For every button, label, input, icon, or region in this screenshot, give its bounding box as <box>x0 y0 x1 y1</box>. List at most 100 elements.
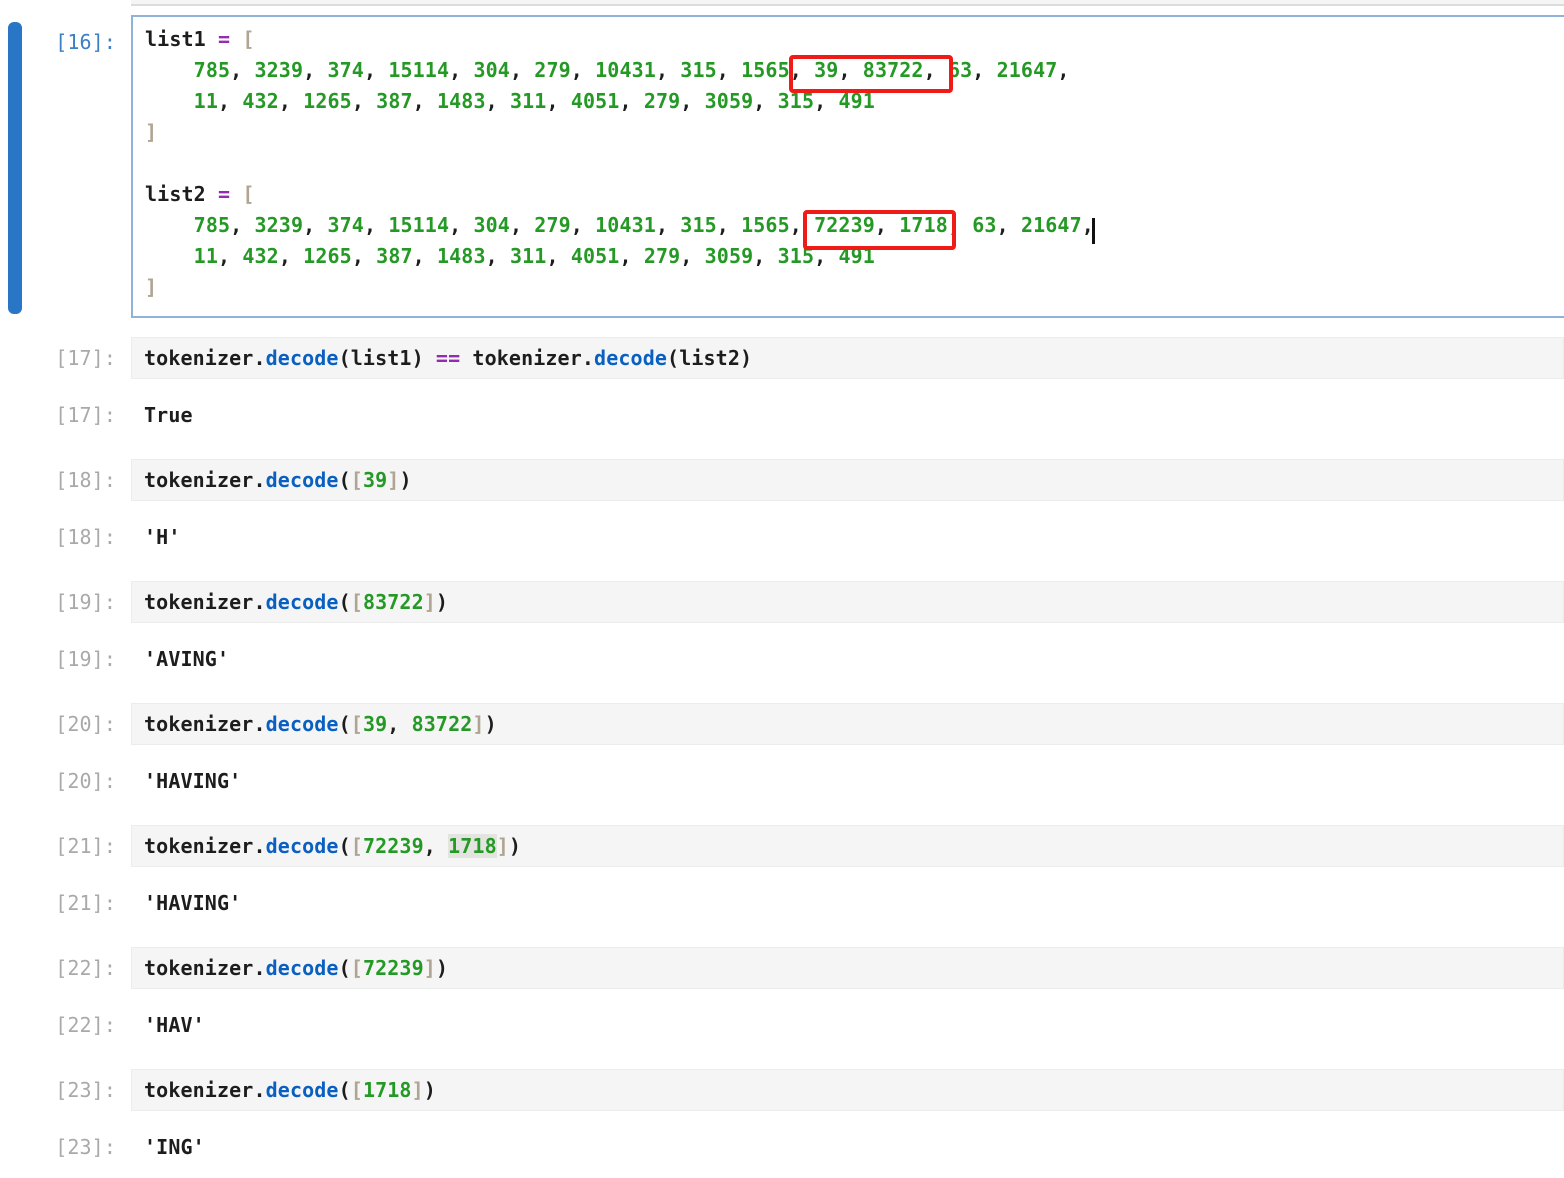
cell-output-row: [18]:'H' <box>0 523 1564 551</box>
cell-16-code: list1 = [ 785, 3239, 374, 15114, 304, 27… <box>145 27 1564 306</box>
code-token: ) <box>740 346 752 370</box>
code-token: , <box>486 89 498 113</box>
code-token: 387 <box>376 89 412 113</box>
code-token: , <box>352 244 364 268</box>
code-token <box>461 58 473 82</box>
cell-output-text: 'ING' <box>131 1133 1564 1161</box>
code-token: ) <box>485 712 497 736</box>
code-token: ] <box>145 120 157 144</box>
cell-output-text: True <box>131 401 1564 429</box>
code-token <box>424 346 436 370</box>
code-token: 1483 <box>437 89 486 113</box>
output-prompt: [18]: <box>0 523 131 551</box>
code-token: 1718 <box>899 213 948 237</box>
code-token: , <box>619 244 631 268</box>
code-token: = <box>218 182 230 206</box>
notebook-cell: [22]:tokenizer.decode([72239])[22]:'HAV' <box>0 947 1564 1039</box>
code-token: tokenizer <box>144 956 253 980</box>
notebook-cell: [19]:tokenizer.decode([83722])[19]:'AVIN… <box>0 581 1564 673</box>
code-token: , <box>619 89 631 113</box>
code-token: 63 <box>972 213 996 237</box>
input-prompt: [22]: <box>0 947 131 989</box>
code-token: decode <box>266 712 339 736</box>
cell-input-row: [17]:tokenizer.decode(list1) == tokenize… <box>0 337 1564 379</box>
code-token: [ <box>242 27 254 51</box>
code-token: 21647 <box>997 58 1058 82</box>
code-token: 311 <box>510 244 546 268</box>
cell-input-editor[interactable]: tokenizer.decode([72239, 1718]) <box>131 825 1564 867</box>
code-token: , <box>680 244 692 268</box>
input-prompt: [21]: <box>0 825 131 867</box>
cell-input-editor[interactable]: tokenizer.decode([1718]) <box>131 1069 1564 1111</box>
code-token <box>632 89 644 113</box>
code-token: 10431 <box>595 58 656 82</box>
code-token: 387 <box>376 244 412 268</box>
code-line: tokenizer.decode([39, 83722]) <box>144 710 1563 738</box>
code-token: . <box>253 346 265 370</box>
code-token: [ <box>351 590 363 614</box>
code-token <box>230 244 242 268</box>
active-code-cell-editor[interactable]: list1 = [ 785, 3239, 374, 15114, 304, 27… <box>131 15 1564 318</box>
cell-output-row: [19]:'AVING' <box>0 645 1564 673</box>
code-token <box>559 89 571 113</box>
code-token: 279 <box>644 89 680 113</box>
code-token: 1718 <box>363 1078 412 1102</box>
output-prompt: [23]: <box>0 1133 131 1161</box>
code-line: tokenizer.decode([83722]) <box>144 588 1563 616</box>
code-token: 432 <box>242 244 278 268</box>
cell-output-text: 'HAV' <box>131 1011 1564 1039</box>
code-token <box>145 89 194 113</box>
code-token: , <box>717 213 729 237</box>
code-line <box>145 151 1564 182</box>
output-prompt: [20]: <box>0 767 131 795</box>
code-token <box>765 89 777 113</box>
code-token: decode <box>266 834 339 858</box>
cell-input-editor[interactable]: tokenizer.decode([39]) <box>131 459 1564 501</box>
code-token: 279 <box>534 213 570 237</box>
code-line: 785, 3239, 374, 15114, 304, 279, 10431, … <box>145 58 1564 89</box>
code-token: ( <box>339 956 351 980</box>
code-token: 432 <box>242 89 278 113</box>
code-token: 72239 <box>363 834 424 858</box>
active-cell-collapser[interactable] <box>8 22 22 314</box>
code-line: tokenizer.decode([72239]) <box>144 954 1563 982</box>
code-token <box>145 244 194 268</box>
code-token: , <box>875 213 887 237</box>
cell-input-editor[interactable]: tokenizer.decode([83722]) <box>131 581 1564 623</box>
code-token: decode <box>266 346 339 370</box>
code-token: = <box>218 27 230 51</box>
code-token: list2 <box>145 182 206 206</box>
code-token: , <box>924 58 936 82</box>
code-token: ] <box>424 956 436 980</box>
code-token: 304 <box>473 213 509 237</box>
code-token: 72239 <box>814 213 875 237</box>
code-token: tokenizer <box>144 712 253 736</box>
code-token: , <box>546 244 558 268</box>
code-token: 15114 <box>388 213 449 237</box>
code-token <box>460 346 472 370</box>
code-token: , <box>753 89 765 113</box>
cell-input-editor[interactable]: tokenizer.decode([39, 83722]) <box>131 703 1564 745</box>
code-line: list2 = [ <box>145 182 1564 213</box>
code-token: , <box>948 213 960 237</box>
code-token: , <box>364 213 376 237</box>
code-token: [ <box>351 834 363 858</box>
input-prompt: [20]: <box>0 703 131 745</box>
code-token: 10431 <box>595 213 656 237</box>
code-token: 39 <box>363 468 387 492</box>
code-token: , <box>303 58 315 82</box>
code-token: 11 <box>194 244 218 268</box>
code-token <box>436 834 448 858</box>
code-token: , <box>790 213 802 237</box>
code-token: 4051 <box>571 244 620 268</box>
code-token: , <box>303 213 315 237</box>
cell-input-editor[interactable]: tokenizer.decode(list1) == tokenizer.dec… <box>131 337 1564 379</box>
code-token: , <box>279 89 291 113</box>
code-token <box>242 58 254 82</box>
output-prompt: [21]: <box>0 889 131 917</box>
code-token <box>632 244 644 268</box>
code-token: , <box>1057 58 1069 82</box>
code-token: , <box>510 213 522 237</box>
code-token: , <box>571 58 583 82</box>
cell-input-editor[interactable]: tokenizer.decode([72239]) <box>131 947 1564 989</box>
